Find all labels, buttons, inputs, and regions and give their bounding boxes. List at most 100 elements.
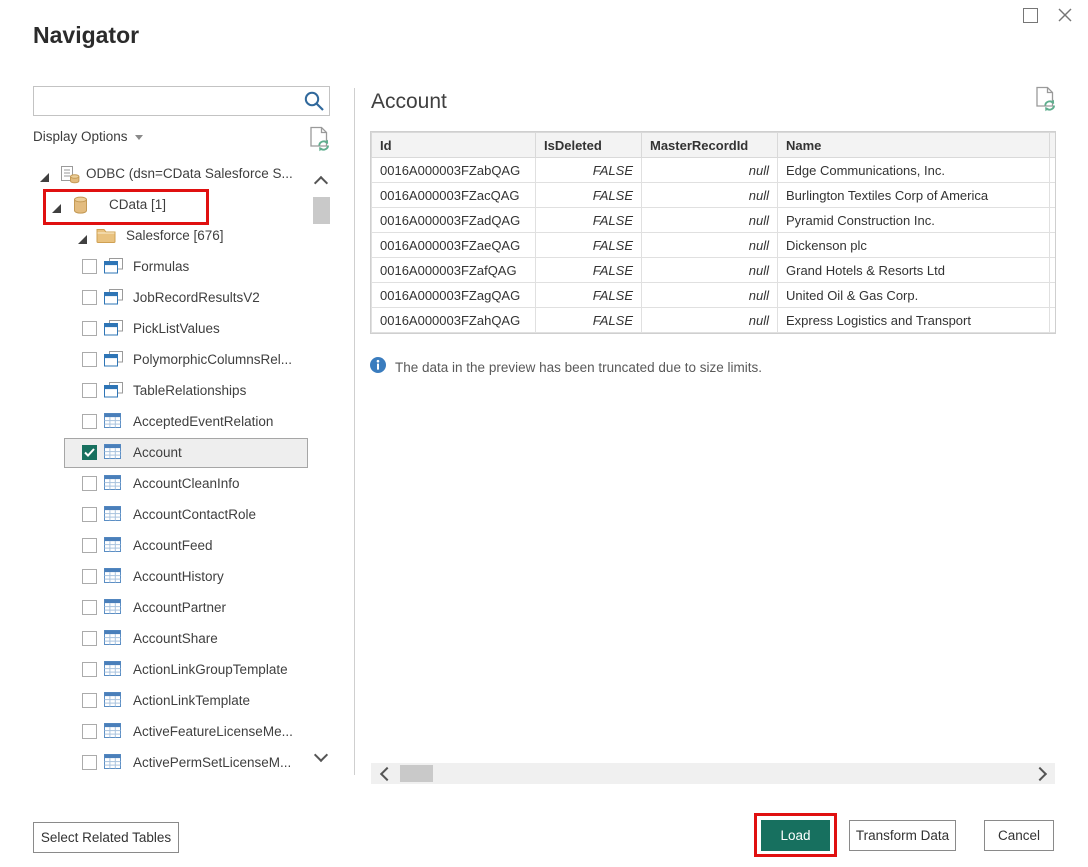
tree-item-odbc-dsn-cdata-salesforce-s[interactable]: ODBC (dsn=CData Salesforce S... bbox=[0, 161, 310, 187]
table-cell: null bbox=[642, 183, 778, 208]
tree-item-accountcontactrole[interactable]: AccountContactRole bbox=[0, 502, 310, 528]
table-cell: FALSE bbox=[536, 283, 642, 308]
checkbox-unchecked[interactable] bbox=[82, 724, 97, 739]
tree-item-activefeaturelicenseme[interactable]: ActiveFeatureLicenseMe... bbox=[0, 719, 310, 745]
tree-item-label: AccountFeed bbox=[133, 533, 213, 559]
table-icon bbox=[104, 599, 124, 617]
tree-scrollbar-thumb[interactable] bbox=[313, 197, 330, 224]
tree-item-tablerelationships[interactable]: TableRelationships bbox=[0, 378, 310, 404]
tree-item-label: JobRecordResultsV2 bbox=[133, 285, 260, 311]
checkbox-unchecked[interactable] bbox=[82, 383, 97, 398]
preview-horizontal-scrollbar[interactable] bbox=[371, 763, 1055, 784]
expand-collapse-icon[interactable] bbox=[78, 232, 87, 241]
preview-title: Account bbox=[371, 90, 447, 114]
tree-item-label: AccountShare bbox=[133, 626, 218, 652]
cancel-button[interactable]: Cancel bbox=[984, 820, 1054, 851]
tree-item-picklistvalues[interactable]: PickListValues bbox=[0, 316, 310, 342]
checkbox-unchecked[interactable] bbox=[82, 259, 97, 274]
column-header: Name bbox=[778, 133, 1050, 158]
maximize-icon[interactable] bbox=[1023, 8, 1038, 23]
tree-item-label: PolymorphicColumnsRel... bbox=[133, 347, 292, 373]
chevron-left-icon bbox=[379, 767, 393, 781]
tree-item-cdata-1[interactable]: CData [1] bbox=[0, 192, 310, 218]
tree-item-accounthistory[interactable]: AccountHistory bbox=[0, 564, 310, 590]
tree-item-label: ActionLinkTemplate bbox=[133, 688, 250, 714]
tree-scroll-down-button[interactable] bbox=[311, 748, 331, 766]
expand-collapse-icon[interactable] bbox=[40, 170, 49, 179]
checkbox-checked[interactable] bbox=[82, 445, 97, 460]
refresh-icon[interactable] bbox=[1034, 86, 1058, 112]
navigation-tree: ODBC (dsn=CData Salesforce S... CData [1]… bbox=[0, 0, 312, 867]
checkbox-unchecked[interactable] bbox=[82, 693, 97, 708]
table-icon bbox=[104, 692, 124, 710]
table-cell: C bbox=[1050, 208, 1057, 233]
tree-item-label: TableRelationships bbox=[133, 378, 246, 404]
table-cell: null bbox=[642, 158, 778, 183]
column-header: T bbox=[1050, 133, 1057, 158]
checkbox-unchecked[interactable] bbox=[82, 538, 97, 553]
tree-item-label: ActivePermSetLicenseM... bbox=[133, 750, 291, 776]
chevron-right-icon bbox=[1032, 767, 1046, 781]
tree-item-accountfeed[interactable]: AccountFeed bbox=[0, 533, 310, 559]
database-icon bbox=[73, 196, 93, 214]
tree-item-actionlinktemplate[interactable]: ActionLinkTemplate bbox=[0, 688, 310, 714]
tree-item-acceptedeventrelation[interactable]: AcceptedEventRelation bbox=[0, 409, 310, 435]
tree-scroll-up-button[interactable] bbox=[311, 172, 331, 190]
tree-item-account[interactable]: Account bbox=[0, 440, 310, 466]
tree-item-label: AccountPartner bbox=[133, 595, 226, 621]
checkbox-unchecked[interactable] bbox=[82, 507, 97, 522]
close-icon[interactable] bbox=[1056, 6, 1074, 24]
table-cell: C bbox=[1050, 258, 1057, 283]
tree-item-accountshare[interactable]: AccountShare bbox=[0, 626, 310, 652]
horizontal-scrollbar-thumb[interactable] bbox=[400, 765, 433, 782]
expand-collapse-icon[interactable] bbox=[52, 201, 61, 210]
table-cell: C bbox=[1050, 233, 1057, 258]
tree-item-actionlinkgrouptemplate[interactable]: ActionLinkGroupTemplate bbox=[0, 657, 310, 683]
scroll-left-button[interactable] bbox=[377, 766, 393, 782]
tree-item-label: ODBC (dsn=CData Salesforce S... bbox=[86, 161, 293, 187]
checkbox-unchecked[interactable] bbox=[82, 352, 97, 367]
checkbox-unchecked[interactable] bbox=[82, 600, 97, 615]
column-header: IsDeleted bbox=[536, 133, 642, 158]
table-cell: Edge Communications, Inc. bbox=[778, 158, 1050, 183]
select-related-tables-button[interactable]: Select Related Tables bbox=[33, 822, 179, 853]
tree-item-label: Formulas bbox=[133, 254, 189, 280]
table-cell: FALSE bbox=[536, 308, 642, 333]
table-icon bbox=[104, 661, 124, 679]
table-cell: FALSE bbox=[536, 183, 642, 208]
table-icon bbox=[104, 444, 124, 462]
tree-item-accountcleaninfo[interactable]: AccountCleanInfo bbox=[0, 471, 310, 497]
view-icon bbox=[104, 351, 124, 369]
load-button[interactable]: Load bbox=[761, 820, 830, 851]
transform-data-button[interactable]: Transform Data bbox=[849, 820, 956, 851]
tree-item-polymorphiccolumnsrel[interactable]: PolymorphicColumnsRel... bbox=[0, 347, 310, 373]
tree-item-salesforce-676[interactable]: Salesforce [676] bbox=[0, 223, 310, 249]
checkbox-unchecked[interactable] bbox=[82, 290, 97, 305]
checkbox-unchecked[interactable] bbox=[82, 414, 97, 429]
checkbox-unchecked[interactable] bbox=[82, 631, 97, 646]
tree-item-label: AccountCleanInfo bbox=[133, 471, 240, 497]
checkbox-unchecked[interactable] bbox=[82, 569, 97, 584]
tree-item-label: AccountHistory bbox=[133, 564, 224, 590]
table-cell: C bbox=[1050, 183, 1057, 208]
table-cell: Grand Hotels & Resorts Ltd bbox=[778, 258, 1050, 283]
tree-item-accountpartner[interactable]: AccountPartner bbox=[0, 595, 310, 621]
checkbox-unchecked[interactable] bbox=[82, 755, 97, 770]
checkbox-unchecked[interactable] bbox=[82, 662, 97, 677]
tree-item-label: AcceptedEventRelation bbox=[133, 409, 273, 435]
table-cell: 0016A000003FZabQAG bbox=[372, 158, 536, 183]
view-icon bbox=[104, 320, 124, 338]
tree-item-jobrecordresultsv2[interactable]: JobRecordResultsV2 bbox=[0, 285, 310, 311]
tree-item-label: ActionLinkGroupTemplate bbox=[133, 657, 288, 683]
table-row: 0016A000003FZafQAGFALSEnullGrand Hotels … bbox=[372, 258, 1057, 283]
table-icon bbox=[104, 723, 124, 741]
scroll-right-button[interactable] bbox=[1033, 766, 1049, 782]
tree-item-label: PickListValues bbox=[133, 316, 220, 342]
tree-item-activepermsetlicensem[interactable]: ActivePermSetLicenseM... bbox=[0, 750, 310, 776]
tree-item-formulas[interactable]: Formulas bbox=[0, 254, 310, 280]
checkbox-unchecked[interactable] bbox=[82, 321, 97, 336]
tree-item-label: AccountContactRole bbox=[133, 502, 256, 528]
checkbox-unchecked[interactable] bbox=[82, 476, 97, 491]
table-cell: Burlington Textiles Corp of America bbox=[778, 183, 1050, 208]
column-header: Id bbox=[372, 133, 536, 158]
